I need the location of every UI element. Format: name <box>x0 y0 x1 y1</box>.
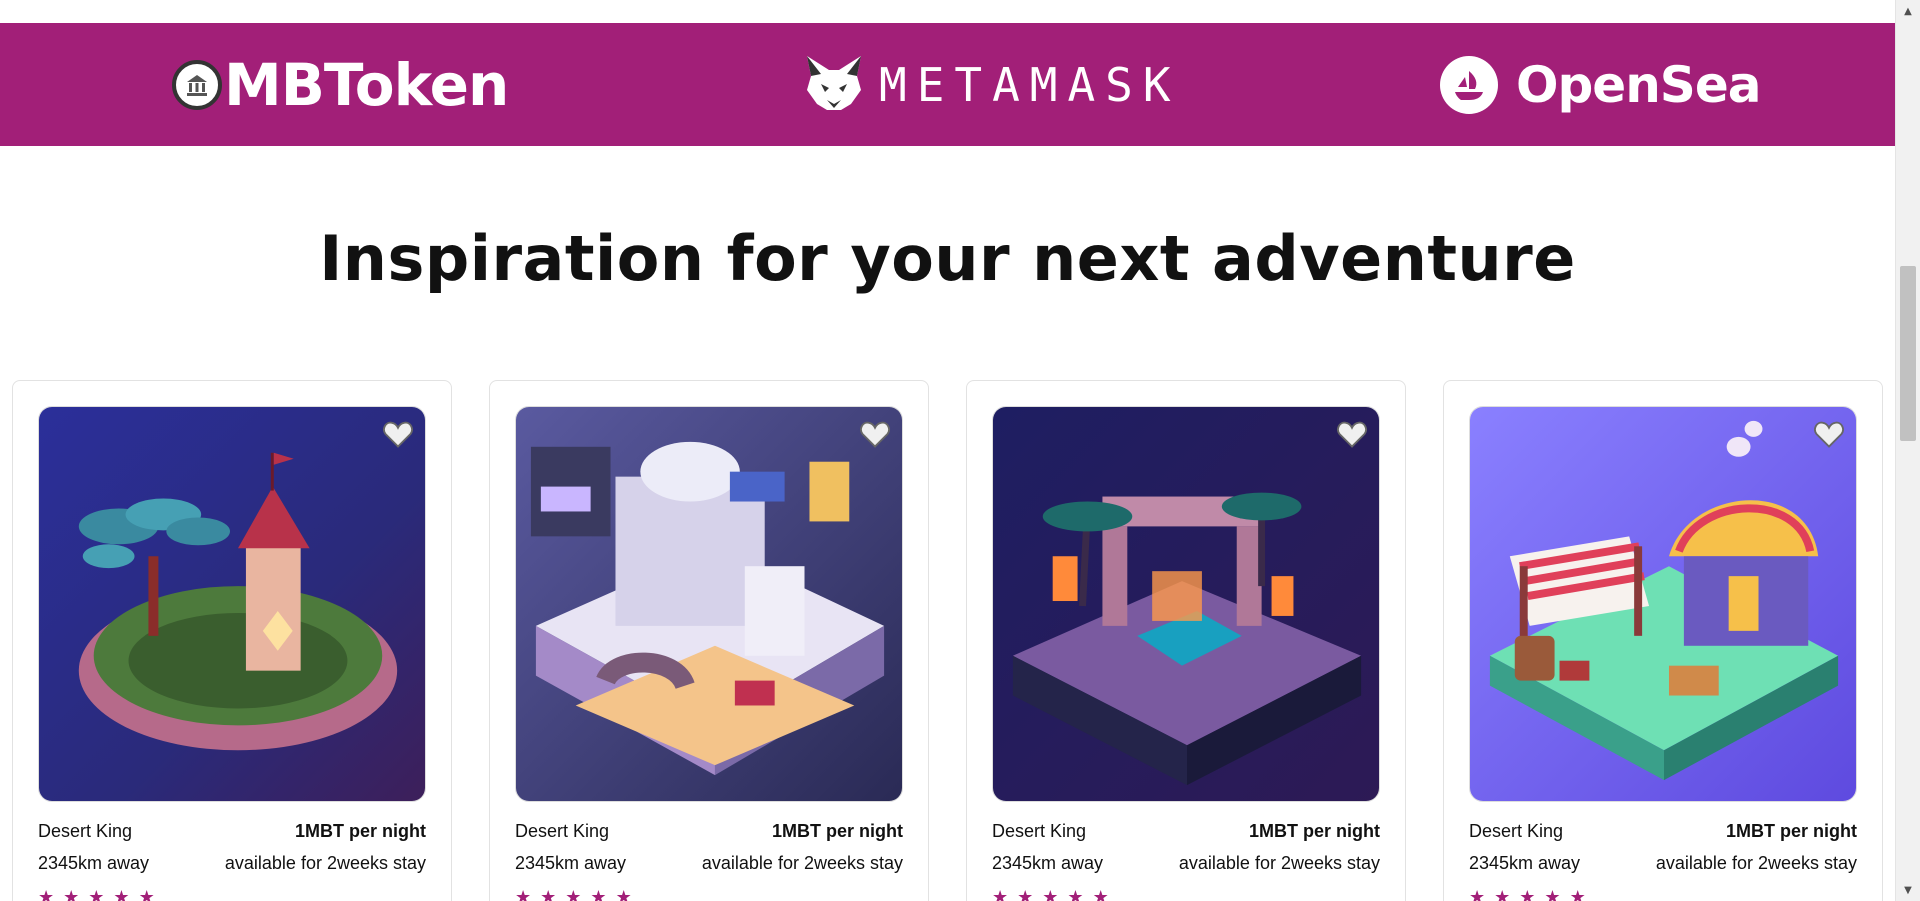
star-icon: ★ <box>590 887 607 901</box>
listing-price: 1MBT per night <box>295 821 426 841</box>
favorite-heart-icon[interactable] <box>1337 419 1367 449</box>
star-icon: ★ <box>1042 887 1059 901</box>
listing-availability: available for 2weeks stay <box>224 853 426 873</box>
fox-icon <box>803 54 865 116</box>
listing-info-row: 2345km away available for 2weeks stay <box>992 853 1380 874</box>
listing-name: Desert King <box>1469 821 1564 841</box>
star-icon: ★ <box>1544 887 1561 901</box>
metamask-wordmark: METAMASK <box>879 57 1181 112</box>
partner-logo-bar: MBToken METAMASK OpenSea <box>0 23 1895 146</box>
star-icon: ★ <box>1569 887 1586 901</box>
scroll-down-icon[interactable]: ▼ <box>1896 881 1920 899</box>
opensea-wordmark: OpenSea <box>1516 55 1761 114</box>
star-icon: ★ <box>113 887 130 901</box>
star-icon: ★ <box>615 887 632 901</box>
ship-icon <box>1440 55 1498 114</box>
listing-availability: available for 2weeks stay <box>701 853 903 873</box>
listing-distance: 2345km away <box>1469 853 1581 873</box>
listing-availability: available for 2weeks stay <box>1178 853 1380 873</box>
listing-image[interactable] <box>992 406 1380 802</box>
listing-distance: 2345km away <box>992 853 1104 873</box>
rating-stars: ★ ★ ★ ★ ★ <box>992 889 1109 901</box>
market-stall-illustration <box>1470 407 1856 801</box>
star-icon: ★ <box>1519 887 1536 901</box>
listing-card[interactable]: Desert King 1MBT per night 2345km away a… <box>489 380 929 901</box>
listing-title-row: Desert King 1MBT per night <box>992 821 1380 842</box>
listing-availability: available for 2weeks stay <box>1655 853 1857 873</box>
opensea-logo[interactable]: OpenSea <box>1440 23 1761 146</box>
listing-title-row: Desert King 1MBT per night <box>1469 821 1857 842</box>
listing-image[interactable] <box>515 406 903 802</box>
star-icon: ★ <box>565 887 582 901</box>
listing-info-row: 2345km away available for 2weeks stay <box>1469 853 1857 874</box>
desert-temple-illustration <box>993 407 1379 801</box>
listing-name: Desert King <box>515 821 610 841</box>
star-icon: ★ <box>138 887 155 901</box>
listing-title-row: Desert King 1MBT per night <box>38 821 426 842</box>
star-icon: ★ <box>88 887 105 901</box>
listing-name: Desert King <box>38 821 133 841</box>
listing-distance: 2345km away <box>38 853 150 873</box>
listing-price: 1MBT per night <box>1249 821 1380 841</box>
section-title: Inspiration for your next adventure <box>319 222 1576 295</box>
rating-stars: ★ ★ ★ ★ ★ <box>1469 889 1586 901</box>
scroll-up-icon[interactable]: ▲ <box>1896 2 1920 20</box>
mbtoken-logo[interactable]: MBToken <box>172 23 509 146</box>
star-icon: ★ <box>38 887 55 901</box>
star-icon: ★ <box>1469 887 1486 901</box>
page: MBToken METAMASK OpenSea Inspiration for… <box>0 0 1895 901</box>
star-icon: ★ <box>1494 887 1511 901</box>
star-icon: ★ <box>540 887 557 901</box>
star-icon: ★ <box>515 887 532 901</box>
listing-distance: 2345km away <box>515 853 627 873</box>
listing-image[interactable] <box>38 406 426 802</box>
listing-price: 1MBT per night <box>1726 821 1857 841</box>
favorite-heart-icon[interactable] <box>383 419 413 449</box>
listing-info-row: 2345km away available for 2weeks stay <box>38 853 426 874</box>
listing-info-row: 2345km away available for 2weeks stay <box>515 853 903 874</box>
listing-title-row: Desert King 1MBT per night <box>515 821 903 842</box>
space-station-illustration <box>516 407 902 801</box>
star-icon: ★ <box>63 887 80 901</box>
scrollbar-thumb[interactable] <box>1900 266 1916 441</box>
listing-name: Desert King <box>992 821 1087 841</box>
castle-island-illustration <box>39 407 425 801</box>
favorite-heart-icon[interactable] <box>860 419 890 449</box>
metamask-logo[interactable]: METAMASK <box>803 23 1181 146</box>
listing-image[interactable] <box>1469 406 1857 802</box>
listing-card[interactable]: Desert King 1MBT per night 2345km away a… <box>12 380 452 901</box>
rating-stars: ★ ★ ★ ★ ★ <box>38 889 155 901</box>
listing-card[interactable]: Desert King 1MBT per night 2345km away a… <box>1443 380 1883 901</box>
mbtoken-wordmark: MBToken <box>224 50 509 119</box>
star-icon: ★ <box>992 887 1009 901</box>
listing-price: 1MBT per night <box>772 821 903 841</box>
coin-icon <box>172 59 222 110</box>
rating-stars: ★ ★ ★ ★ ★ <box>515 889 632 901</box>
star-icon: ★ <box>1067 887 1084 901</box>
star-icon: ★ <box>1092 887 1109 901</box>
star-icon: ★ <box>1017 887 1034 901</box>
favorite-heart-icon[interactable] <box>1814 419 1844 449</box>
vertical-scrollbar[interactable]: ▲ ▼ <box>1895 0 1920 901</box>
listing-card[interactable]: Desert King 1MBT per night 2345km away a… <box>966 380 1406 901</box>
